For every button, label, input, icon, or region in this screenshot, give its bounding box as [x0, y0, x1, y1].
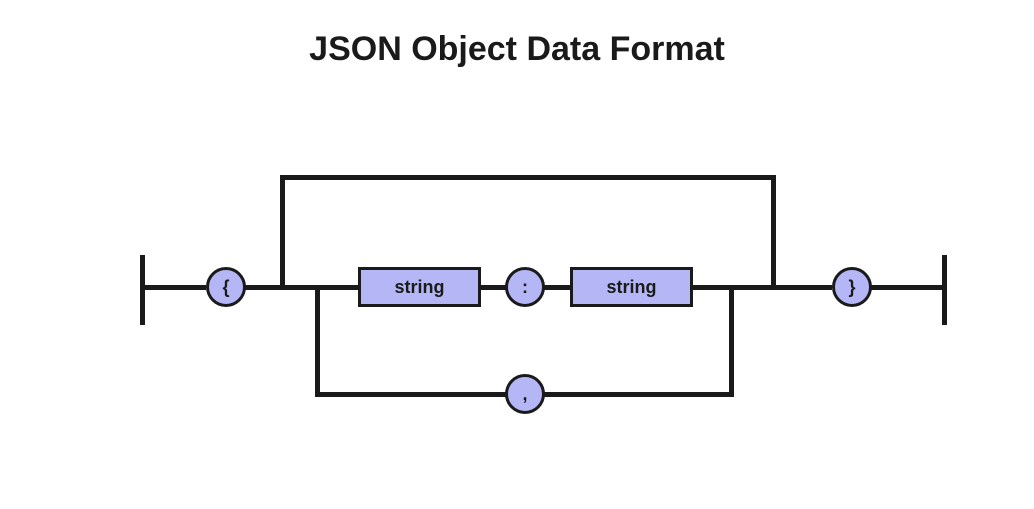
- rail-segment: [478, 285, 507, 290]
- token-open-brace: {: [206, 267, 246, 307]
- token-comma: ,: [505, 374, 545, 414]
- rail-segment: [240, 285, 358, 290]
- rail-segment: [692, 285, 832, 290]
- token-colon: :: [505, 267, 545, 307]
- diagram-title: JSON Object Data Format: [0, 30, 1034, 69]
- rail-segment: [771, 175, 776, 289]
- rail-segment: [140, 285, 206, 290]
- rail-start-terminal: [140, 255, 145, 325]
- rail-end-terminal: [942, 255, 947, 325]
- railroad-diagram: { string : string } ,: [0, 150, 1034, 470]
- rail-segment: [315, 392, 507, 397]
- rail-segment: [280, 175, 776, 180]
- rail-segment: [870, 285, 945, 290]
- token-string-key: string: [358, 267, 481, 307]
- rail-segment: [542, 392, 734, 397]
- token-close-brace: }: [832, 267, 872, 307]
- rail-segment: [729, 285, 734, 397]
- rail-segment: [280, 175, 285, 289]
- token-string-value: string: [570, 267, 693, 307]
- rail-segment: [542, 285, 571, 290]
- rail-segment: [315, 285, 320, 397]
